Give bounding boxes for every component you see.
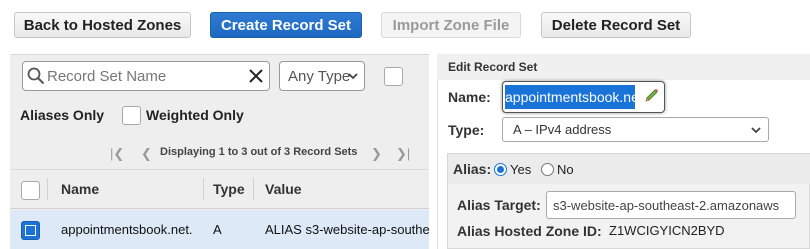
weighted-only-checkbox[interactable] — [122, 106, 141, 125]
clear-search-icon[interactable] — [249, 69, 263, 83]
prev-page-icon[interactable]: ❮ — [141, 146, 152, 162]
type-filter-value: Any Type — [288, 67, 351, 85]
row-value: ALIAS s3-website-ap-southe — [265, 222, 430, 237]
alias-target-label: Alias Target: — [457, 197, 541, 213]
chevron-down-icon — [348, 73, 358, 80]
record-set-search[interactable] — [22, 61, 270, 91]
pencil-icon[interactable] — [644, 87, 660, 103]
row-type: A — [213, 222, 222, 237]
alias-hosted-zone-label: Alias Hosted Zone ID: — [457, 223, 602, 239]
import-zone-file-button[interactable]: Import Zone File — [381, 12, 521, 38]
column-header-name[interactable]: Name — [61, 181, 99, 197]
select-all-rows-checkbox[interactable] — [21, 181, 40, 200]
search-icon — [27, 67, 45, 85]
column-divider — [253, 178, 254, 200]
row-name: appointmentsbook.net. — [61, 222, 193, 237]
search-input[interactable] — [47, 64, 243, 88]
row-checkbox[interactable] — [21, 221, 40, 240]
type-label: Type: — [448, 122, 485, 138]
record-type-select[interactable]: A – IPv4 address — [502, 117, 769, 142]
select-all-filter-checkbox[interactable] — [384, 67, 403, 86]
column-divider — [47, 178, 48, 200]
alias-target-value: s3-website-ap-southeast-2.amazonaws — [553, 197, 780, 213]
chevron-down-icon — [751, 127, 761, 134]
last-page-icon[interactable]: ❯| — [396, 146, 410, 162]
record-type-value: A – IPv4 address — [513, 122, 612, 137]
type-filter-select[interactable]: Any Type — [279, 61, 365, 91]
alias-yes-label: Yes — [510, 162, 532, 177]
edit-panel-title: Edit Record Set — [448, 60, 538, 74]
aliases-only-label: Aliases Only — [20, 107, 105, 123]
alias-target-field[interactable]: s3-website-ap-southeast-2.amazonaws — [546, 191, 796, 219]
delete-record-set-button[interactable]: Delete Record Set — [541, 12, 691, 38]
alias-label: Alias: — [453, 161, 492, 177]
alias-yes-radio[interactable] — [494, 163, 507, 176]
alias-no-label: No — [557, 162, 574, 177]
first-page-icon[interactable]: |❮ — [110, 146, 124, 162]
column-header-type[interactable]: Type — [213, 181, 245, 197]
alias-hosted-zone-value: Z1WCIGYICN2BYD — [609, 223, 725, 238]
name-label: Name: — [448, 89, 491, 105]
column-divider — [203, 178, 204, 200]
pager-status: Displaying 1 to 3 out of 3 Record Sets — [160, 146, 358, 158]
create-record-set-button[interactable]: Create Record Set — [210, 12, 362, 38]
name-value: appointmentsbook.net — [505, 85, 635, 109]
next-page-icon[interactable]: ❯ — [371, 146, 382, 162]
column-header-value[interactable]: Value — [265, 181, 302, 197]
alias-no-radio[interactable] — [541, 163, 554, 176]
name-field[interactable]: appointmentsbook.net — [502, 81, 665, 113]
back-to-hosted-zones-button[interactable]: Back to Hosted Zones — [14, 12, 191, 38]
weighted-only-label: Weighted Only — [146, 107, 244, 123]
